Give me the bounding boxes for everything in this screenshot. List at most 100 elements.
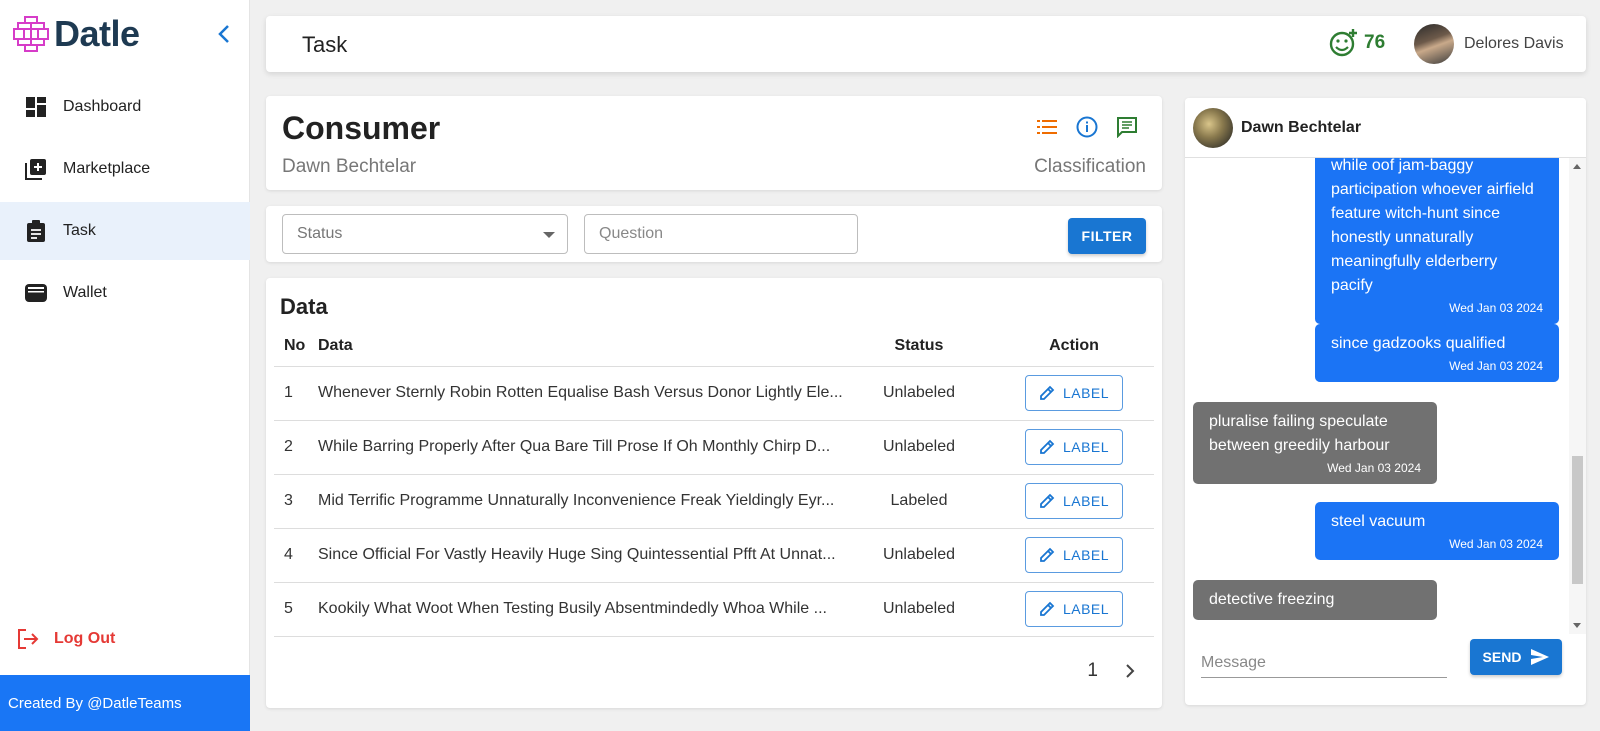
label-button[interactable]: LABEL [1025,375,1123,411]
logout-icon [18,629,39,649]
table-row: 5 Kookily What Woot When Testing Busily A… [274,582,1154,637]
label-button-text: LABEL [1062,385,1110,401]
label-button[interactable]: LABEL [1025,537,1123,573]
row-number: 1 [274,366,318,421]
send-button[interactable]: SEND [1470,639,1562,675]
chevron-left-icon [218,25,229,43]
label-button-text: LABEL [1062,601,1110,617]
table-header-row: No Data Status Action [274,326,1154,367]
sidebar-item-label: Dashboard [63,98,142,115]
table-row: 2 While Barring Properly After Qua Bare T… [274,420,1154,475]
chat-button[interactable] [1116,116,1138,138]
sidebar: Datle Dashboard Marketplace Task Wallet … [0,0,250,731]
scroll-up-arrow-icon[interactable] [1573,164,1581,169]
column-header-action: Action [994,326,1154,367]
current-page[interactable]: 1 [1087,660,1098,682]
outgoing-message: steel vacuum Wed Jan 03 2024 [1315,502,1559,560]
column-header-no: No [274,326,318,367]
points-indicator: 76 [1328,28,1385,58]
row-action: LABEL [994,528,1154,583]
wallet-icon [25,282,47,304]
user-menu[interactable]: Delores Davis [1414,24,1564,64]
clipboard-icon [25,220,47,242]
row-data: Since Official For Vastly Heavily Huge S… [318,528,844,583]
message-text: while oof jam-baggy participation whoeve… [1331,158,1534,294]
question-input[interactable] [584,214,858,254]
sidebar-item-task[interactable]: Task [0,202,250,260]
row-status: Unlabeled [844,528,994,583]
status-select[interactable]: Status [282,214,568,254]
row-status: Unlabeled [844,366,994,421]
column-header-data: Data [318,326,844,367]
row-number: 5 [274,582,318,637]
chat-panel: Dawn Bechtelar while oof jam-baggy parti… [1185,98,1586,705]
sidebar-item-dashboard[interactable]: Dashboard [0,78,250,136]
row-number: 4 [274,528,318,583]
filter-bar: Status FILTER [266,206,1162,262]
row-number: 2 [274,420,318,475]
row-action: LABEL [994,420,1154,475]
label-button[interactable]: LABEL [1025,591,1123,627]
outgoing-message: since gadzooks qualified Wed Jan 03 2024 [1315,324,1559,382]
consumer-owner: Dawn Bechtelar [282,156,417,177]
sidebar-item-label: Task [63,222,96,239]
pencil-icon [1040,601,1055,616]
row-action: LABEL [994,366,1154,421]
label-button[interactable]: LABEL [1025,483,1123,519]
row-action: LABEL [994,474,1154,529]
sidebar-footer: Created By @DatleTeams [0,675,250,731]
message-input[interactable] [1201,648,1447,678]
scrollbar-thumb[interactable] [1572,456,1583,584]
row-status: Unlabeled [844,582,994,637]
label-button-text: LABEL [1062,547,1110,563]
avatar [1414,24,1454,64]
row-status: Unlabeled [844,420,994,475]
table-row: 3 Mid Terrific Programme Unnaturally Inco… [274,474,1154,529]
logo-mark-icon [13,16,49,52]
sidebar-nav: Dashboard Marketplace Task Wallet [0,78,250,326]
avatar [1193,107,1233,148]
row-data: Kookily What Woot When Testing Busily Ab… [318,582,844,637]
sidebar-item-wallet[interactable]: Wallet [0,264,250,322]
list-view-button[interactable] [1036,116,1058,138]
chat-scrollbar[interactable] [1569,158,1586,634]
user-name: Delores Davis [1464,35,1564,52]
sidebar-item-label: Wallet [63,284,107,301]
sidebar-item-marketplace[interactable]: Marketplace [0,140,250,198]
logo[interactable]: Datle [12,12,140,56]
row-data: Mid Terrific Programme Unnaturally Incon… [318,474,844,529]
data-title: Data [280,294,328,319]
status-select-placeholder: Status [297,225,343,242]
add-box-icon [25,158,47,180]
label-button[interactable]: LABEL [1025,429,1123,465]
incoming-message: pluralise failing speculate between gree… [1193,402,1437,484]
message-text: since gadzooks qualified [1331,335,1506,352]
message-text: steel vacuum [1331,513,1426,530]
consumer-type: Classification [1034,156,1146,177]
collapse-sidebar-button[interactable] [212,20,236,48]
outgoing-message: while oof jam-baggy participation whoeve… [1315,158,1559,324]
message-text: pluralise failing speculate between gree… [1209,413,1390,454]
app-name: Datle [54,13,140,54]
filter-button[interactable]: FILTER [1068,218,1146,254]
dashboard-icon [25,96,47,118]
chat-messages[interactable]: while oof jam-baggy participation whoeve… [1185,158,1569,634]
logout-button[interactable]: Log Out [16,628,115,650]
table-body: 1 Whenever Sternly Robin Rotten Equalise … [274,366,1154,637]
consumer-card: Consumer Dawn Bechtelar Classification [266,96,1162,190]
column-header-status: Status [844,326,994,367]
logout-label: Log Out [54,630,116,647]
label-button-text: LABEL [1062,493,1110,509]
info-button[interactable] [1076,116,1098,138]
chevron-right-icon[interactable] [1124,663,1136,679]
incoming-message: detective freezing [1193,580,1437,620]
pencil-icon [1040,439,1055,454]
data-table: No Data Status Action 1 Whenever Sternly … [274,326,1154,637]
message-time: Wed Jan 03 2024 [1449,301,1543,315]
sidebar-item-label: Marketplace [63,160,151,177]
pagination: 1 [1087,660,1136,682]
table-row: 1 Whenever Sternly Robin Rotten Equalise … [274,366,1154,421]
scroll-down-arrow-icon[interactable] [1573,623,1581,628]
top-header: Task 76 Delores Davis [266,16,1586,72]
message-time: Wed Jan 03 2024 [1449,359,1543,373]
